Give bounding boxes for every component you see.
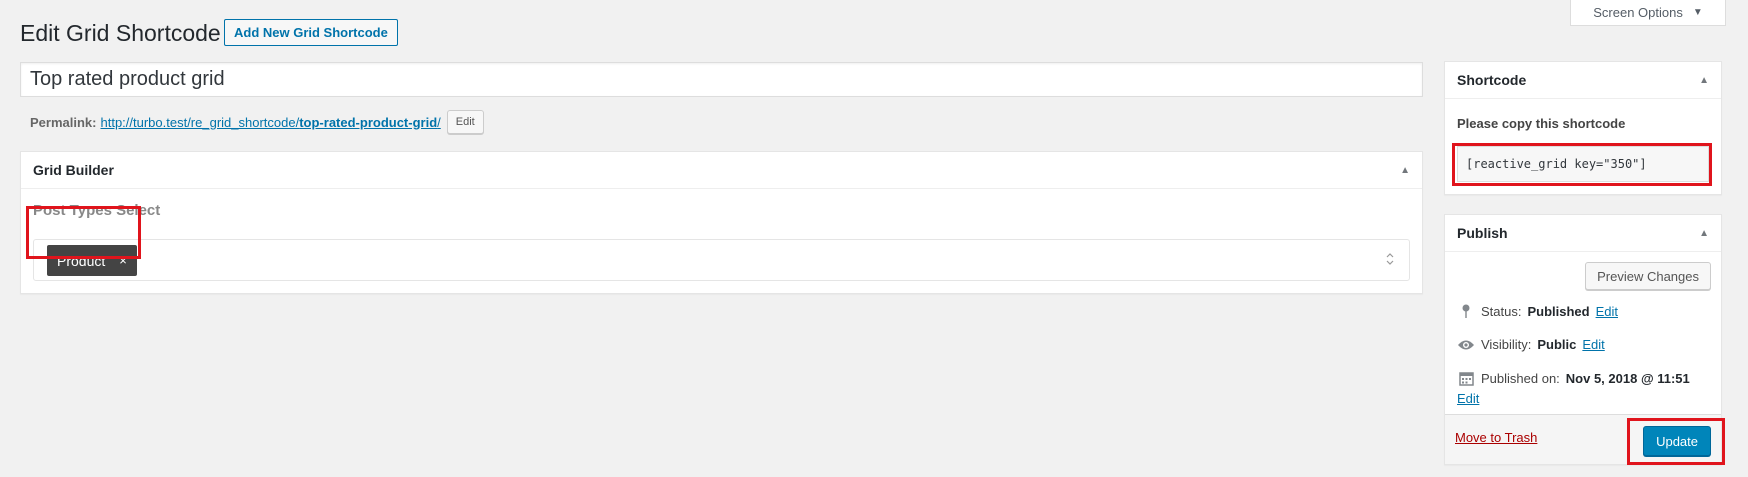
chip-remove-icon[interactable]: ×: [119, 253, 127, 268]
add-new-button[interactable]: Add New Grid Shortcode: [224, 19, 398, 46]
publish-header[interactable]: Publish ▲: [1445, 215, 1721, 252]
published-label: Published on:: [1481, 371, 1560, 386]
permalink-link[interactable]: http://turbo.test/re_grid_shortcode/top-…: [100, 115, 440, 130]
status-label: Status:: [1481, 303, 1522, 319]
permalink-trail: /: [437, 114, 441, 130]
selected-post-type-chip: Product ×: [47, 245, 137, 276]
update-button[interactable]: Update: [1643, 426, 1711, 456]
permalink: Permalink: http://turbo.test/re_grid_sho…: [30, 110, 484, 134]
screen-options-button[interactable]: Screen Options ▼: [1570, 0, 1726, 26]
permalink-slug: top-rated-product-grid: [299, 114, 438, 130]
permalink-edit-button[interactable]: Edit: [446, 110, 484, 134]
status-row: Status: Published Edit: [1457, 303, 1618, 319]
select-arrows-icon: [1385, 251, 1395, 269]
permalink-base: http://turbo.test/re_grid_shortcode/: [100, 114, 300, 130]
collapse-icon[interactable]: ▲: [1699, 75, 1709, 86]
calendar-icon: [1457, 371, 1475, 386]
page-title: Edit Grid Shortcode: [20, 20, 221, 46]
eye-icon: [1457, 339, 1475, 351]
grid-builder-header[interactable]: Grid Builder ▲: [21, 152, 1422, 189]
publish-actions: Move to Trash Update: [1445, 414, 1721, 464]
shortcode-instructions: Please copy this shortcode: [1457, 116, 1626, 131]
screen-options-label: Screen Options: [1593, 5, 1683, 20]
visibility-row: Visibility: Public Edit: [1457, 337, 1605, 352]
visibility-edit-link[interactable]: Edit: [1582, 337, 1604, 352]
preview-changes-button[interactable]: Preview Changes: [1585, 262, 1711, 290]
shortcode-field[interactable]: [reactive_grid key="350"]: [1457, 146, 1709, 182]
post-title-input[interactable]: Top rated product grid: [20, 62, 1423, 97]
chevron-down-icon: ▼: [1692, 7, 1703, 18]
grid-builder-title: Grid Builder: [33, 162, 114, 178]
post-types-label: Post Types Select: [33, 202, 161, 219]
collapse-icon[interactable]: ▲: [1699, 228, 1709, 239]
published-edit-link[interactable]: Edit: [1457, 391, 1479, 406]
shortcode-header[interactable]: Shortcode ▲: [1445, 62, 1721, 99]
published-value: Nov 5, 2018 @ 11:51: [1565, 371, 1690, 386]
shortcode-title: Shortcode: [1457, 72, 1527, 88]
shortcode-panel: Shortcode ▲ Please copy this shortcode […: [1444, 61, 1722, 195]
grid-builder-panel: Grid Builder ▲ Post Types Select Product…: [20, 151, 1423, 294]
published-on-row: Published on: Nov 5, 2018 @ 11:51: [1457, 371, 1690, 386]
status-value: Published: [1527, 303, 1590, 319]
permalink-label: Permalink:: [30, 114, 97, 130]
publish-panel: Publish ▲ Preview Changes Status: Publis…: [1444, 214, 1722, 465]
publish-title: Publish: [1457, 225, 1508, 241]
pin-icon: [1457, 303, 1475, 319]
chip-label: Product: [57, 252, 106, 269]
visibility-label: Visibility:: [1481, 337, 1532, 352]
collapse-icon[interactable]: ▲: [1400, 165, 1410, 176]
post-types-select[interactable]: Product ×: [33, 239, 1410, 281]
status-edit-link[interactable]: Edit: [1596, 304, 1618, 319]
visibility-value: Public: [1537, 337, 1577, 352]
move-to-trash-link[interactable]: Move to Trash: [1455, 430, 1537, 445]
